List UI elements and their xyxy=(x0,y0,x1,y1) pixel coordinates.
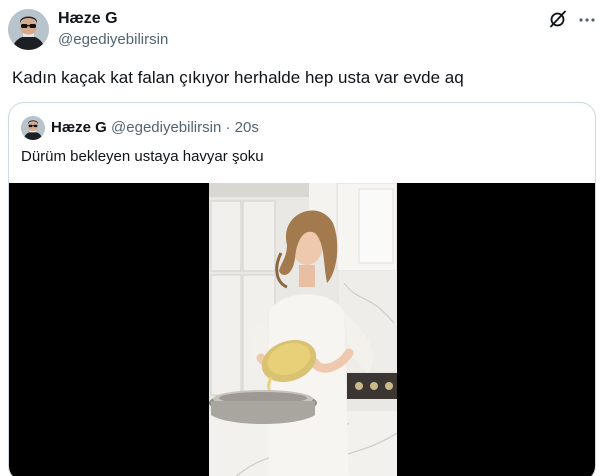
quote-author-handle[interactable]: @egediyebilirsin xyxy=(111,119,221,136)
grok-icon[interactable] xyxy=(548,9,568,29)
quote-author-name[interactable]: Hæze G xyxy=(51,119,107,136)
quote-text: Dürüm bekleyen ustaya havyar şoku xyxy=(21,148,264,165)
quote-author-avatar[interactable] xyxy=(21,116,45,140)
author-avatar[interactable] xyxy=(8,9,49,50)
quote-timestamp[interactable]: 20s xyxy=(235,119,259,136)
meta-separator: · xyxy=(225,119,231,136)
author-name[interactable]: Hæze G xyxy=(58,10,118,28)
quote-meta: Hæze G @egediyebilirsin · 20s xyxy=(51,119,259,136)
video-thumbnail xyxy=(209,183,397,476)
quoted-tweet[interactable]: Hæze G @egediyebilirsin · 20s Dürüm bekl… xyxy=(8,102,596,476)
video-frame xyxy=(209,183,397,476)
more-icon[interactable] xyxy=(578,11,596,29)
tweet-card: Hæze G @egediyebilirsin Kadın kaçak kat … xyxy=(0,0,600,476)
video-player[interactable] xyxy=(9,183,595,476)
author-handle[interactable]: @egediyebilirsin xyxy=(58,31,168,48)
tweet-text: Kadın kaçak kat falan çıkıyor herhalde h… xyxy=(12,68,464,87)
avatar-image xyxy=(8,9,49,50)
avatar-image xyxy=(21,116,45,140)
